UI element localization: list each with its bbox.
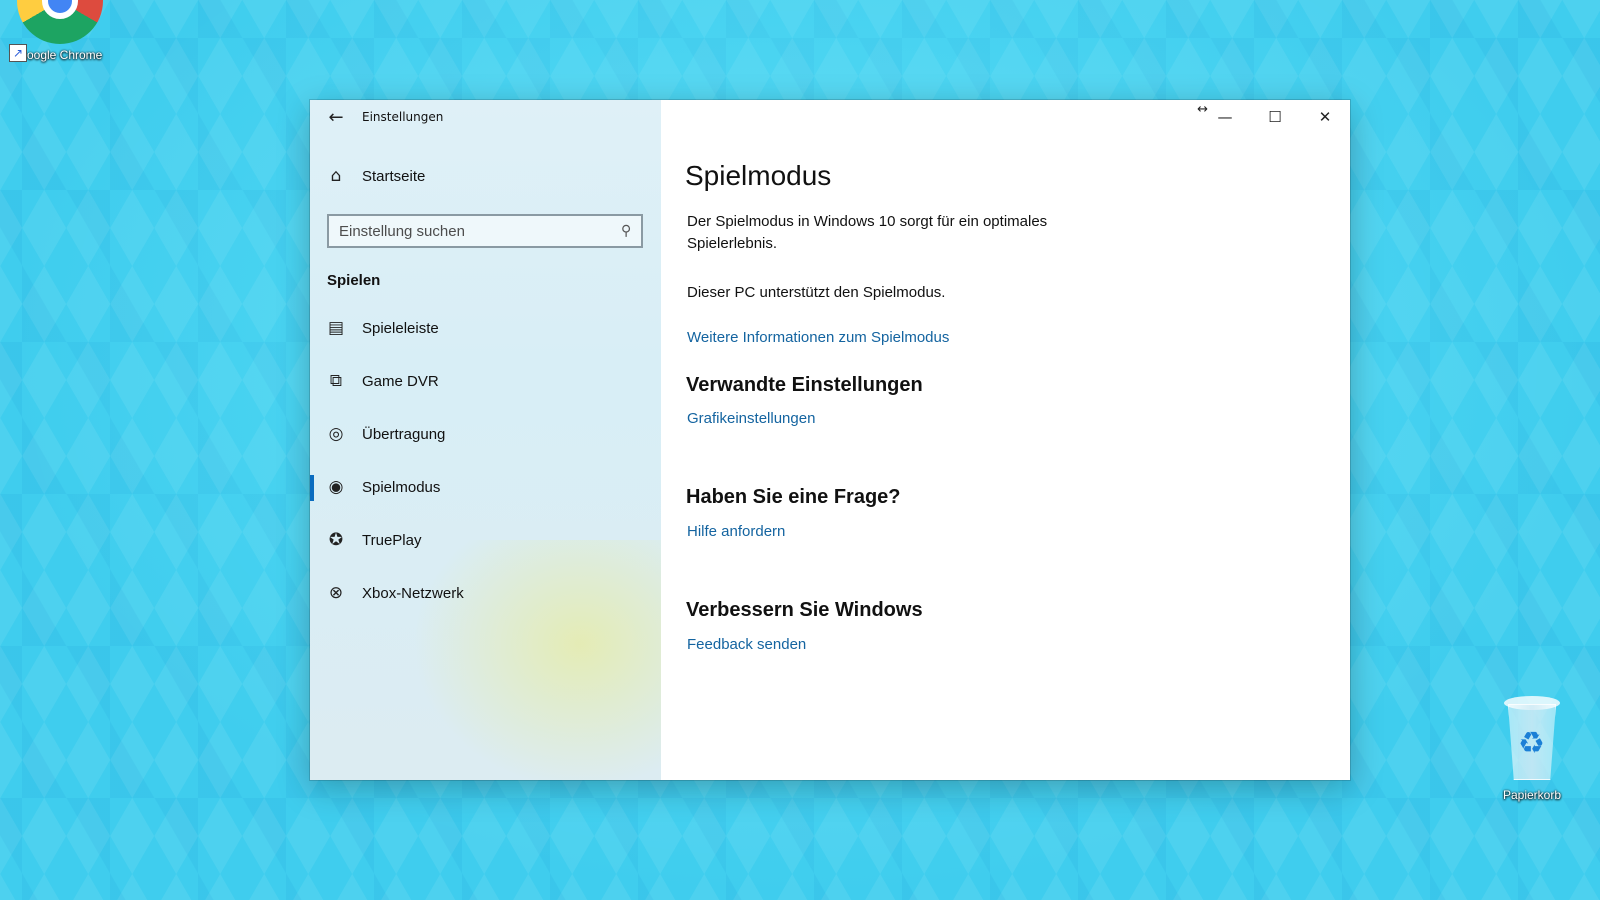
game-bar-icon: ▤ [327,318,345,338]
chrome-icon [15,0,105,48]
back-arrow-icon: ← [328,106,344,128]
more-info-link[interactable]: Weitere Informationen zum Spielmodus [687,329,949,346]
section-title: Spielen [327,272,381,289]
maximize-icon: ☐ [1268,108,1282,126]
close-icon: ✕ [1318,108,1332,126]
sidebar-item-trueplay[interactable]: ✪ TruePlay [310,515,661,565]
sidebar-item-label: Game DVR [362,372,439,390]
page-title: Spielmodus [685,160,832,191]
search-icon[interactable]: ⚲ [621,223,631,239]
sidebar-item-uebertragung[interactable]: ◎ Übertragung [310,409,661,459]
status-text: Dieser PC unterstützt den Spielmodus. [687,284,946,301]
sidebar-item-label: Übertragung [362,425,446,443]
app-title: Einstellungen [362,110,444,124]
xbox-icon: ⊗ [328,583,344,603]
sidebar-item-game-dvr[interactable]: ⧉ Game DVR [310,356,661,406]
game-mode-icon: ◉ [328,477,344,497]
home-icon: ⌂ [330,166,342,186]
graphics-settings-link[interactable]: Grafikeinstellungen [687,410,815,427]
desktop-icon-chrome[interactable]: ↗ Google Chrome [5,0,115,62]
titlebar-left: ← Einstellungen [310,100,443,134]
resize-icon: ↔ [1197,102,1208,117]
related-settings-heading: Verwandte Einstellungen [686,374,923,396]
sidebar-item-label: Startseite [362,167,426,185]
trueplay-icon: ✪ [328,530,344,550]
sidebar: ← Einstellungen ⌂ Startseite ⚲ Spielen ▤… [310,100,661,780]
sidebar-item-label: Spieleleiste [362,319,439,337]
desktop-icon-label: Papierkorb [1502,788,1562,802]
improve-windows-heading: Verbessern Sie Windows [686,599,923,621]
feedback-link[interactable]: Feedback senden [687,636,806,653]
sidebar-item-label: Xbox-Netzwerk [362,584,464,602]
close-button[interactable]: ✕ [1300,100,1350,134]
sidebar-item-spieleleiste[interactable]: ▤ Spieleleiste [310,303,661,353]
description-text: Der Spielmodus in Windows 10 sorgt für e… [687,213,1048,252]
main-content: ↔ — ☐ ✕ Spielmodus Der Spielmodus in Win… [661,100,1350,780]
minimize-icon: — [1217,108,1233,126]
settings-window: ← Einstellungen ⌂ Startseite ⚲ Spielen ▤… [310,100,1350,780]
window-controls: ↔ — ☐ ✕ [1197,100,1350,134]
sidebar-item-spielmodus[interactable]: ◉ Spielmodus [310,462,661,512]
shortcut-arrow-icon: ↗ [9,44,27,62]
question-heading: Haben Sie eine Frage? [686,486,901,508]
game-dvr-icon: ⧉ [329,371,343,391]
search-box[interactable]: ⚲ [327,214,643,248]
sidebar-item-label: TruePlay [362,531,422,549]
sidebar-item-xbox-netzwerk[interactable]: ⊗ Xbox-Netzwerk [310,568,661,618]
desktop-icon-recycle-bin[interactable]: ♻ Papierkorb [1477,690,1587,802]
recycle-bin-icon: ♻ [1500,690,1564,780]
broadcast-icon: ◎ [328,424,344,444]
sidebar-item-label: Spielmodus [362,478,441,496]
back-button[interactable]: ← [310,100,362,134]
sidebar-item-home[interactable]: ⌂ Startseite [310,151,661,201]
get-help-link[interactable]: Hilfe anfordern [687,523,785,540]
search-input[interactable] [339,222,599,240]
active-indicator [310,475,314,501]
maximize-button[interactable]: ☐ [1250,100,1300,134]
